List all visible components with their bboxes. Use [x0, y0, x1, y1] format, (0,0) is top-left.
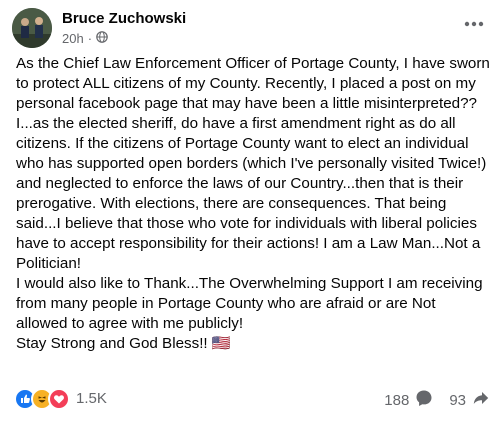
post-paragraph: I would also like to Thank...The Overwhe… — [16, 275, 483, 332]
post-header: Bruce Zuchowski 20h · — [12, 8, 488, 52]
reaction-icons[interactable] — [14, 388, 70, 410]
reactions-bar: 1.5K 188 93 — [14, 388, 490, 410]
engagement-stats: 188 93 — [368, 389, 490, 411]
comments-stat[interactable]: 188 — [384, 389, 433, 411]
share-icon — [472, 389, 490, 411]
shares-count[interactable]: 93 — [449, 392, 466, 409]
post-text: As the Chief Law Enforcement Officer of … — [16, 54, 490, 354]
meta-separator: · — [87, 31, 93, 46]
globe-icon — [96, 31, 108, 46]
post-paragraph: I...as the elected sheriff, do have a fi… — [16, 115, 487, 272]
shares-stat[interactable]: 93 — [449, 389, 490, 411]
avatar[interactable] — [12, 8, 52, 48]
comments-count[interactable]: 188 — [384, 392, 409, 409]
reactions-count[interactable]: 1.5K — [76, 390, 107, 407]
comment-icon — [415, 389, 433, 411]
post-paragraph: Stay Strong and God Bless!! 🇺🇸 — [16, 335, 231, 352]
more-options-icon[interactable] — [462, 14, 486, 34]
post-paragraph: As the Chief Law Enforcement Officer of … — [16, 55, 490, 112]
post-time[interactable]: 20h — [62, 31, 84, 46]
author-name[interactable]: Bruce Zuchowski — [62, 10, 186, 27]
love-icon — [48, 388, 70, 410]
post-meta: 20h · — [62, 31, 108, 46]
